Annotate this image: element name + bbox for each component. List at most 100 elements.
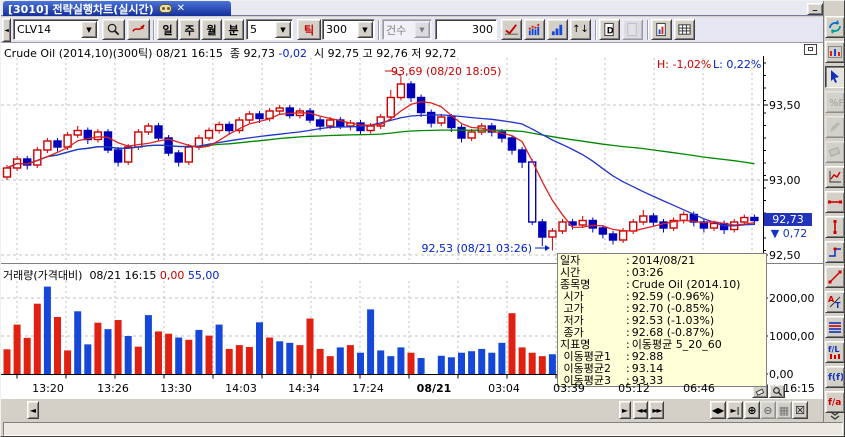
horizontal-line-button[interactable] <box>825 191 845 213</box>
toolbar-separator <box>378 20 380 40</box>
period-minute-button[interactable]: 분 <box>223 19 244 40</box>
formula-button[interactable]: f(f) <box>825 366 845 388</box>
document-d-icon: D <box>602 22 617 37</box>
volume-tick-label: 2000,00 <box>769 292 815 305</box>
chevron-down-icon[interactable]: ▼ <box>81 21 97 38</box>
cursor-button[interactable] <box>825 66 845 88</box>
right-arrow-icon: ► <box>622 406 628 415</box>
left-arrow-icon: ◄ <box>30 406 36 415</box>
sort-button[interactable]: ↑↓ <box>570 19 591 40</box>
period-month-button[interactable]: 월 <box>201 19 222 40</box>
close-box-icon: ☒ <box>795 404 805 417</box>
zoom-in-button[interactable]: ⊕ <box>744 401 760 419</box>
volume-tick-label: 0,00 <box>769 368 794 381</box>
svg-text:T: T <box>835 301 841 310</box>
close-pane-button[interactable]: ☒ <box>792 401 808 419</box>
draw-tool-button <box>825 116 845 138</box>
draw-tool-icon <box>827 119 843 135</box>
period-day-button[interactable]: 일 <box>157 19 178 40</box>
diagonal-line-button[interactable] <box>825 266 845 288</box>
order-pointer-button[interactable] <box>127 19 150 40</box>
chevron-down-icon[interactable]: ▼ <box>357 21 373 38</box>
minimize-icon: _ <box>813 3 818 11</box>
search-icon <box>106 22 121 37</box>
x-axis-label: 14:03 <box>219 382 263 395</box>
line-style-button[interactable] <box>501 19 522 40</box>
multi-chart-button[interactable] <box>825 41 845 63</box>
window-tab[interactable]: [3010] 전략실행차트(실시간) ✕ <box>3 1 231 16</box>
tick-count-value: 300 <box>323 23 356 36</box>
jump-button[interactable]: ◀▶ <box>710 401 726 419</box>
tick-chart-button[interactable] <box>524 19 545 40</box>
multi-chart-icon <box>827 44 843 60</box>
grid-view-button[interactable] <box>674 19 695 40</box>
grid-toggle-icon: ▦ <box>779 404 789 417</box>
refresh-button[interactable] <box>825 16 845 38</box>
tooltip-label: 지표명 <box>560 339 626 351</box>
svg-text:f(f): f(f) <box>828 373 843 383</box>
collapse-toolbar-button[interactable]: ◄ <box>2 18 11 42</box>
multi-hline-button[interactable] <box>825 316 845 338</box>
symbol-search-button[interactable] <box>102 19 125 40</box>
x-axis-label: 17:24 <box>346 382 390 395</box>
period-day-label: 일 <box>162 22 172 38</box>
check-line-icon <box>504 22 519 37</box>
horizontal-line-icon <box>827 194 843 210</box>
step-line-button[interactable] <box>825 241 845 263</box>
tick-mode-button[interactable]: 틱 <box>297 19 321 40</box>
first-page-button[interactable]: ◄◄ <box>633 401 648 419</box>
tooltip-label: 시가 <box>560 291 626 303</box>
chevrons-down-icon <box>828 411 842 421</box>
tooltip-label: 종가 <box>560 327 626 339</box>
scroll-right-button[interactable]: ► <box>619 401 631 419</box>
zoom-out-icon: ⊖ <box>763 404 772 417</box>
fibonacci-button[interactable]: f/L <box>825 341 845 363</box>
tooltip-label: 저가 <box>560 315 626 327</box>
period-week-button[interactable]: 주 <box>179 19 200 40</box>
count-input[interactable]: 300 <box>435 19 497 40</box>
indicator-chart-button[interactable] <box>825 166 845 188</box>
tick-count-combo[interactable]: 300 ▼ <box>322 19 375 40</box>
count-value: 300 <box>436 23 496 36</box>
erase-all-button <box>825 141 845 163</box>
chart-window: [3010] 전략실행차트(실시간) ✕ _ × ◄ CLV14 ▼ <box>0 0 845 437</box>
chart-region: Crude Oil (2014,10)(300틱) 08/21 16:15 종 … <box>1 43 823 399</box>
bar-chart-button[interactable] <box>547 19 568 40</box>
last-page-button[interactable]: ►► <box>649 401 664 419</box>
new-chart-button[interactable]: D <box>599 19 620 40</box>
text-tool-button[interactable]: AT <box>825 291 845 313</box>
diagonal-line-icon <box>827 269 843 285</box>
tab-title: [3010] 전략실행차트(실시간) <box>8 1 154 17</box>
report-button[interactable] <box>651 19 672 40</box>
percent-line-button: %P <box>825 91 845 113</box>
document-chart-icon <box>654 22 669 37</box>
sort-updown-icon: ↑↓ <box>572 24 589 35</box>
svg-text:f/L: f/L <box>828 345 840 354</box>
tab-close-icon[interactable]: ✕ <box>177 3 185 14</box>
x-axis-label: 13:30 <box>154 382 198 395</box>
erase-all-icon <box>827 144 843 160</box>
first-page-icon: ◄◄ <box>636 406 644 415</box>
tab-link-icon <box>159 4 172 13</box>
formula-apply-button[interactable]: f/a <box>825 391 845 413</box>
x-axis-label: 03:04 <box>482 382 526 395</box>
chevron-down-icon[interactable]: ▼ <box>275 21 291 38</box>
minimize-button[interactable]: _ <box>807 3 823 15</box>
vertical-line-button[interactable] <box>825 216 845 238</box>
scroll-left-button[interactable]: ◄ <box>27 401 39 419</box>
symbol-combo[interactable]: CLV14 ▼ <box>13 19 99 40</box>
bar-chart-icon <box>550 22 565 37</box>
text-tool-icon: AT <box>827 294 843 310</box>
go-end-button[interactable]: ►| <box>727 401 743 419</box>
crosshair-tooltip: 일자:2014/08/21시간:03:26종목명:Crude Oil (2014… <box>557 253 767 387</box>
svg-text:f/a: f/a <box>828 398 841 408</box>
price-plot[interactable]: 93,69 (08/20 18:05)92,53 (08/21 03:26) <box>1 56 763 263</box>
sidebar-more-button[interactable] <box>828 411 842 421</box>
minute-combo[interactable]: 5 ▼ <box>246 19 293 40</box>
price-tick-label: 92,50 <box>769 249 801 262</box>
svg-text:%P: %P <box>829 98 843 109</box>
step-line-icon <box>827 244 843 260</box>
red-pointer-icon <box>131 22 146 37</box>
tick-chart-icon <box>527 22 542 37</box>
toolbar-separator <box>647 20 649 40</box>
